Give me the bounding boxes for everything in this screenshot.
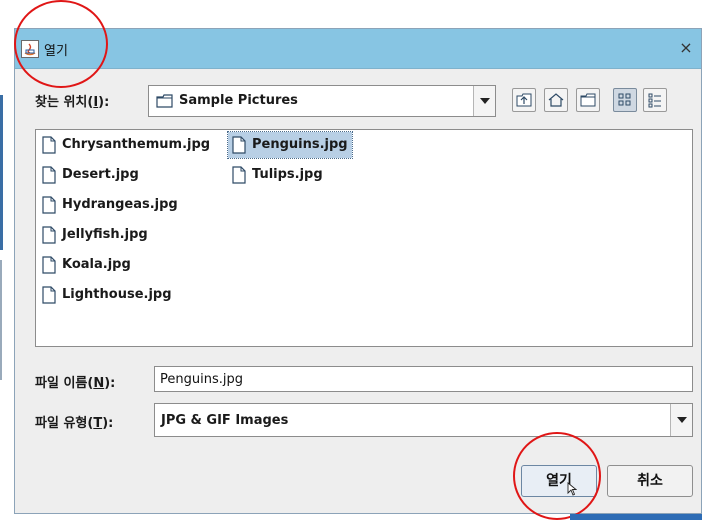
file-type-value: JPG & GIF Images: [161, 413, 289, 428]
open-button[interactable]: 열기: [521, 465, 597, 497]
new-folder-button[interactable]: [576, 88, 600, 112]
up-folder-button[interactable]: [512, 88, 536, 112]
java-app-icon: [21, 40, 39, 58]
file-type-dropdown-arrow[interactable]: [670, 404, 692, 436]
list-view-icon: [618, 93, 631, 106]
file-type-combo[interactable]: JPG & GIF Images: [154, 403, 693, 437]
file-name: Tulips.jpg: [252, 167, 323, 182]
look-in-label: 찾는 위치(I):: [35, 95, 110, 110]
list-view-button[interactable]: [613, 88, 637, 112]
file-name: Koala.jpg: [62, 257, 131, 272]
look-in-dropdown-arrow[interactable]: [473, 86, 495, 116]
file-name: Desert.jpg: [62, 167, 139, 182]
file-name: Chrysanthemum.jpg: [62, 137, 211, 152]
file-name-label: 파일 이름(N):: [35, 376, 116, 391]
taskbar-edge: [570, 514, 702, 520]
file-icon: [42, 136, 56, 154]
file-item[interactable]: Chrysanthemum.jpg: [38, 132, 214, 158]
file-name: Hydrangeas.jpg: [62, 197, 178, 212]
file-icon: [42, 226, 56, 244]
cancel-button[interactable]: 취소: [607, 465, 693, 497]
folder-icon: [156, 94, 174, 112]
file-list[interactable]: Chrysanthemum.jpg Desert.jpg Hydrangeas.…: [35, 129, 693, 347]
details-view-icon: [648, 93, 661, 108]
file-item-selected[interactable]: Penguins.jpg: [227, 131, 353, 159]
file-type-label: 파일 유형(T):: [35, 416, 114, 431]
details-view-button[interactable]: [643, 88, 667, 112]
open-file-dialog: 열기 × 찾는 위치(I): Sample Pictures Chrysanth…: [14, 28, 702, 514]
file-item[interactable]: Koala.jpg: [38, 252, 135, 278]
file-item[interactable]: Desert.jpg: [38, 162, 143, 188]
file-icon: [232, 136, 246, 154]
file-icon: [232, 166, 246, 184]
mouse-cursor-icon: [567, 482, 577, 496]
home-button[interactable]: [544, 88, 568, 112]
file-item[interactable]: Tulips.jpg: [228, 162, 327, 188]
home-icon: [548, 93, 564, 107]
up-folder-icon: [516, 93, 532, 107]
background-window-edge-lower: [0, 260, 2, 380]
file-icon: [42, 286, 56, 304]
background-window-edge: [0, 95, 3, 250]
file-icon: [42, 256, 56, 274]
file-item[interactable]: Hydrangeas.jpg: [38, 192, 182, 218]
file-name-field[interactable]: [154, 366, 693, 392]
title-bar[interactable]: 열기 ×: [15, 29, 701, 69]
file-item[interactable]: Jellyfish.jpg: [38, 222, 152, 248]
file-name: Jellyfish.jpg: [62, 227, 148, 242]
file-icon: [42, 196, 56, 214]
file-item[interactable]: Lighthouse.jpg: [38, 282, 176, 308]
look-in-value: Sample Pictures: [179, 93, 298, 108]
look-in-combo[interactable]: Sample Pictures: [148, 85, 496, 117]
file-icon: [42, 166, 56, 184]
file-name: Lighthouse.jpg: [62, 287, 172, 302]
window-title: 열기: [44, 44, 68, 59]
close-button[interactable]: ×: [675, 37, 697, 59]
new-folder-icon: [580, 93, 596, 107]
file-name: Penguins.jpg: [252, 137, 348, 152]
